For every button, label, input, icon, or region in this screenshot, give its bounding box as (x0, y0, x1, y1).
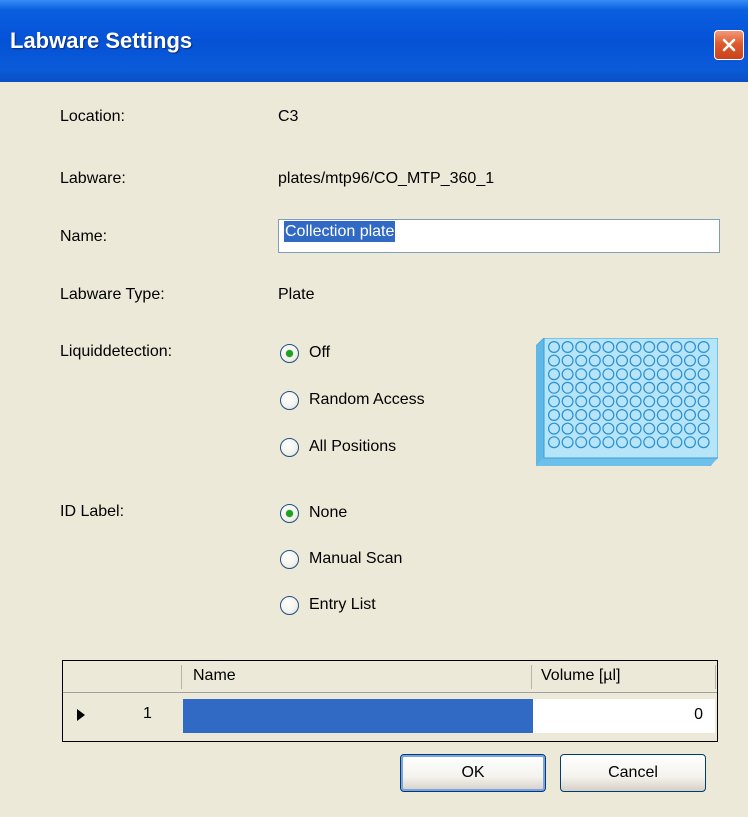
window-title: Labware Settings (10, 28, 193, 53)
location-value: C3 (278, 108, 299, 125)
radio-label: Off (309, 344, 331, 361)
radio-selected-icon (280, 503, 299, 523)
column-header-name[interactable]: Name (193, 667, 236, 685)
column-divider[interactable] (715, 665, 716, 689)
labware-type-label: Labware Type: (60, 286, 165, 303)
column-header-volume[interactable]: Volume [µl] (541, 667, 620, 685)
labware-settings-dialog: Labware Settings Location: C3 Labware: p… (0, 0, 748, 817)
location-label: Location: (60, 108, 125, 125)
labware-label: Labware: (60, 170, 126, 187)
radio-liquiddetection-all-positions[interactable]: All Positions (280, 436, 396, 458)
radio-label: All Positions (309, 438, 397, 455)
reagent-grid[interactable]: Name Volume [µl] 1 0 (62, 660, 718, 742)
radio-liquiddetection-random-access[interactable]: Random Access (280, 389, 425, 411)
radio-unselected-icon (280, 437, 299, 457)
grid-header: Name Volume [µl] (63, 661, 717, 693)
close-icon (722, 38, 736, 52)
cell-name[interactable] (183, 699, 533, 733)
column-divider[interactable] (531, 665, 532, 689)
title-bar[interactable]: Labware Settings (0, 0, 748, 82)
cell-volume[interactable]: 0 (533, 699, 715, 733)
radio-unselected-icon (280, 595, 299, 615)
labware-type-value: Plate (278, 286, 315, 303)
radio-label: None (309, 504, 348, 521)
radio-id-manual-scan[interactable]: Manual Scan (280, 548, 402, 570)
radio-id-none[interactable]: None (280, 502, 347, 524)
name-input-text: Collection plate (284, 221, 396, 242)
column-divider[interactable] (181, 665, 182, 689)
liquiddetection-label: Liquiddetection: (60, 343, 173, 360)
radio-selected-icon (280, 343, 299, 363)
close-button[interactable] (714, 30, 744, 60)
radio-label: Entry List (309, 596, 376, 613)
radio-label: Manual Scan (309, 550, 403, 567)
radio-id-entry-list[interactable]: Entry List (280, 594, 376, 616)
radio-liquiddetection-off[interactable]: Off (280, 342, 330, 364)
microplate-96-icon (536, 338, 718, 466)
radio-label: Random Access (309, 391, 425, 408)
ok-button[interactable]: OK (400, 754, 546, 792)
radio-unselected-icon (280, 549, 299, 569)
name-label: Name: (60, 228, 108, 245)
id-label-label: ID Label: (60, 503, 125, 520)
labware-value: plates/mtp96/CO_MTP_360_1 (278, 170, 495, 187)
row-pointer-icon (77, 709, 85, 721)
row-number: 1 (143, 705, 152, 722)
table-row[interactable]: 1 0 (63, 697, 717, 733)
radio-unselected-icon (280, 390, 299, 410)
name-input[interactable]: Collection plate (278, 219, 720, 253)
cancel-button[interactable]: Cancel (560, 754, 706, 792)
